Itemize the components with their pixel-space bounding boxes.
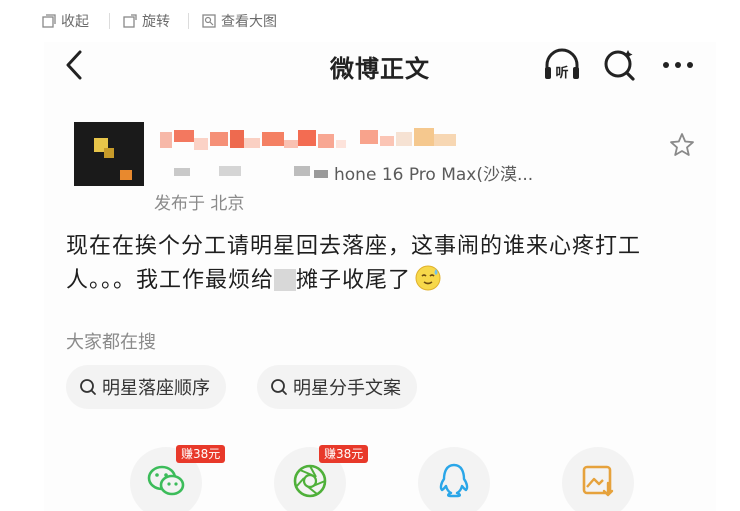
weibo-screenshot: 微博正文 听 hone 16 Pro Max(沙漠... 发布于 北京 现在在挨… bbox=[44, 42, 716, 511]
post-content-text: 摊子收尾了 bbox=[296, 268, 412, 293]
toolbar-divider bbox=[109, 13, 110, 29]
listen-button[interactable]: 听 bbox=[542, 46, 582, 84]
post-content-text: 人。。。我工作最烦给 bbox=[66, 268, 275, 293]
headphones-icon: 听 bbox=[545, 48, 579, 81]
camera-aperture-icon bbox=[293, 464, 327, 498]
wechat-icon bbox=[147, 465, 185, 496]
post-content-line: 人。。。我工作最烦给 摊子收尾了 bbox=[66, 264, 706, 298]
view-large-button[interactable]: 查看大图 bbox=[202, 10, 277, 32]
share-qq-button[interactable] bbox=[418, 447, 490, 511]
sweat-smile-emoji-icon bbox=[415, 265, 441, 291]
view-large-label: 查看大图 bbox=[221, 14, 277, 30]
image-viewer-toolbar: 收起 旋转 查看大图 bbox=[0, 0, 740, 42]
search-chip[interactable]: 明星落座顺序 bbox=[66, 365, 226, 409]
save-image-button[interactable] bbox=[562, 447, 634, 511]
search-button[interactable] bbox=[600, 46, 640, 84]
search-chip[interactable]: 明星分手文案 bbox=[257, 365, 417, 409]
collapse-icon bbox=[42, 14, 56, 28]
reward-badge: 赚38元 bbox=[176, 445, 226, 463]
save-image-icon bbox=[582, 465, 614, 497]
avatar[interactable] bbox=[74, 122, 144, 186]
device-source: hone 16 Pro Max(沙漠... bbox=[334, 165, 534, 185]
top-nav-bar: 微博正文 听 bbox=[44, 42, 716, 88]
reward-badge: 赚38元 bbox=[319, 445, 369, 463]
search-icon bbox=[604, 50, 635, 81]
favorite-star-icon[interactable] bbox=[669, 132, 695, 158]
search-chip-label: 明星落座顺序 bbox=[102, 378, 210, 399]
post-content-censored-char bbox=[274, 269, 297, 291]
search-icon bbox=[271, 379, 287, 395]
avatar-pixel bbox=[120, 170, 132, 180]
collapse-button[interactable]: 收起 bbox=[42, 10, 89, 32]
rotate-label: 旋转 bbox=[142, 14, 170, 30]
collapse-label: 收起 bbox=[61, 14, 89, 30]
trending-search-label: 大家都在搜 bbox=[66, 332, 156, 353]
rotate-icon bbox=[123, 14, 137, 28]
post-location: 发布于 北京 bbox=[154, 194, 245, 214]
more-dots-icon bbox=[663, 62, 693, 68]
search-icon bbox=[80, 379, 96, 395]
zoom-image-icon bbox=[202, 14, 216, 28]
more-button[interactable] bbox=[658, 46, 698, 84]
rotate-button[interactable]: 旋转 bbox=[123, 10, 170, 32]
post-content-line: 现在在挨个分工请明星回去落座，这事闹的谁来心疼打工 bbox=[66, 234, 642, 259]
avatar-pixel bbox=[104, 148, 114, 158]
toolbar-divider bbox=[188, 13, 189, 29]
qq-penguin-icon bbox=[439, 463, 469, 498]
listen-label: 听 bbox=[555, 65, 568, 81]
post-content: 现在在挨个分工请明星回去落座，这事闹的谁来心疼打工 人。。。我工作最烦给 摊子收尾… bbox=[66, 230, 706, 298]
search-chip-label: 明星分手文案 bbox=[293, 378, 401, 399]
